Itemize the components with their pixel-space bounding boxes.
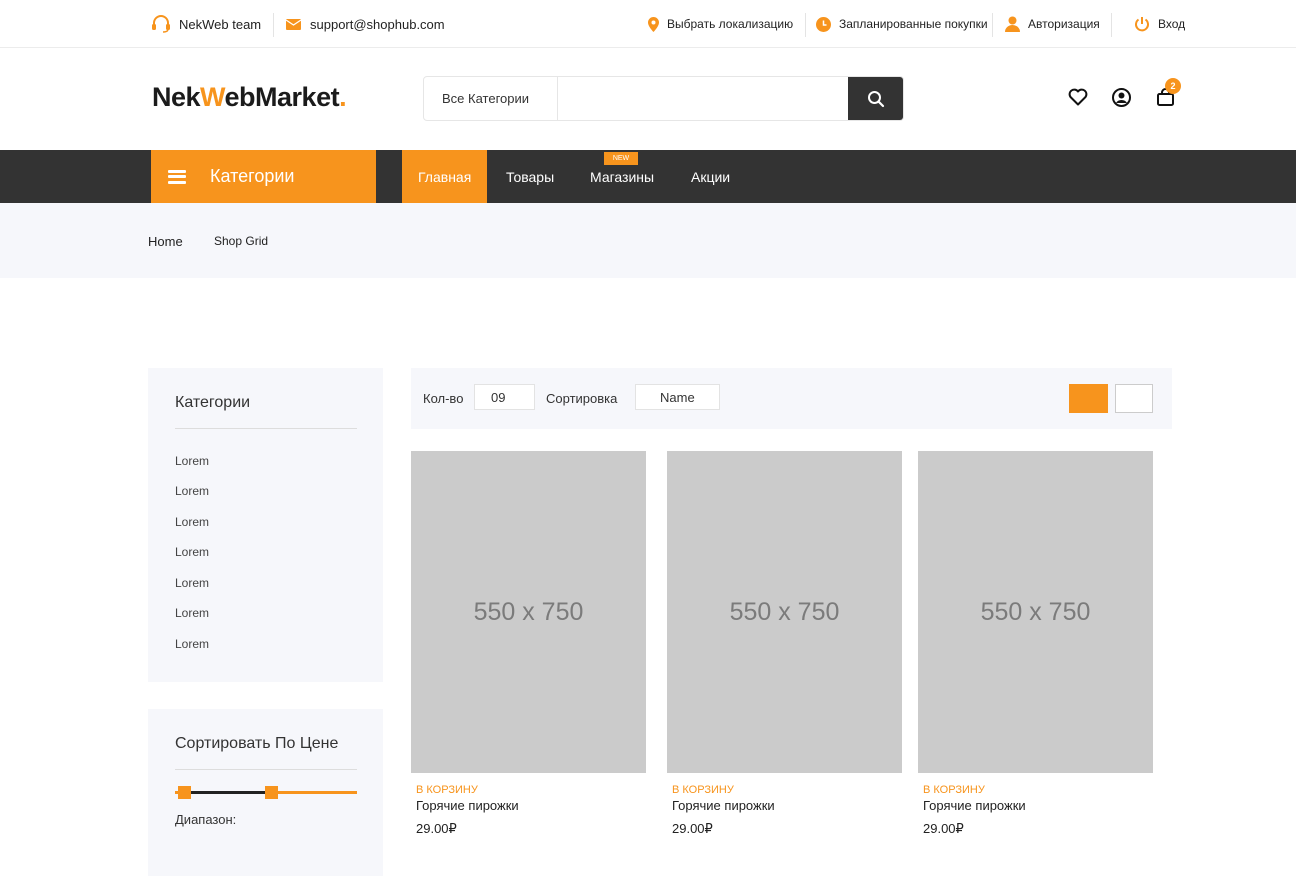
price-slider-max-handle[interactable] [265, 786, 278, 799]
clock-icon [816, 16, 831, 32]
categories-menu-button[interactable]: Категории [151, 150, 376, 203]
sort-select[interactable]: Name [635, 384, 720, 410]
envelope-icon [285, 18, 302, 30]
category-link[interactable]: Lorem [175, 606, 209, 620]
nav-item-home[interactable]: Главная [402, 150, 488, 203]
team-label: NekWeb team [179, 16, 262, 32]
grid-view-button[interactable] [1069, 384, 1108, 413]
shop-toolbar: Кол-во 09 Сортировка Name [411, 368, 1172, 429]
category-link[interactable]: Lorem [175, 637, 209, 651]
product-name[interactable]: Горячие пирожки [416, 798, 519, 813]
scheduled-purchases-link[interactable]: Запланированные покупки [816, 0, 988, 48]
divider [805, 13, 806, 37]
search-button[interactable] [848, 77, 903, 120]
wishlist-button[interactable] [1067, 86, 1089, 108]
email-label: support@shophub.com [310, 16, 445, 32]
product-card: 550 x 750 В КОРЗИНУ Горячие пирожки 29.0… [667, 451, 902, 851]
category-link[interactable]: Lorem [175, 515, 209, 529]
divider [175, 428, 357, 429]
product-name[interactable]: Горячие пирожки [923, 798, 1026, 813]
login-link[interactable]: Вход [1134, 0, 1185, 48]
product-price: 29.00₽ [416, 821, 457, 836]
logo-dot: . [339, 82, 347, 112]
product-card: 550 x 750 В КОРЗИНУ Горячие пирожки 29.0… [411, 451, 646, 851]
auth-label: Авторизация [1028, 17, 1100, 31]
product-card: 550 x 750 В КОРЗИНУ Горячие пирожки 29.0… [918, 451, 1153, 851]
divider [992, 13, 993, 37]
headset-icon [152, 15, 170, 33]
categories-widget-title: Категории [175, 394, 251, 411]
breadcrumb: Home Shop Grid [0, 203, 1296, 278]
add-to-cart-link[interactable]: В КОРЗИНУ [923, 784, 985, 796]
search-category-select[interactable]: Все Категории [424, 77, 558, 120]
product-image[interactable]: 550 x 750 [918, 451, 1153, 773]
breadcrumb-home[interactable]: Home [148, 234, 183, 249]
map-pin-icon [648, 16, 659, 32]
qty-select[interactable]: 09 [474, 384, 535, 410]
divider [175, 769, 357, 770]
categories-menu-label: Категории [210, 166, 295, 186]
location-label: Выбрать локализацию [667, 17, 794, 31]
price-range-label: Диапазон: [175, 812, 237, 827]
team-info: NekWeb team [151, 0, 261, 48]
email-info[interactable]: support@shophub.com [285, 0, 445, 48]
heart-icon [1068, 88, 1088, 106]
divider [1111, 13, 1112, 37]
category-link[interactable]: Lorem [175, 545, 209, 559]
login-label: Вход [1158, 17, 1186, 31]
sort-label: Сортировка [546, 391, 618, 406]
product-image[interactable]: 550 x 750 [411, 451, 646, 773]
add-to-cart-link[interactable]: В КОРЗИНУ [672, 784, 734, 796]
breadcrumb-current: Shop Grid [214, 234, 269, 248]
nav-item-promotions[interactable]: Акции [691, 150, 730, 203]
product-price: 29.00₽ [923, 821, 964, 836]
user-icon [1005, 16, 1020, 32]
price-slider-range [184, 791, 271, 794]
scheduled-label: Запланированные покупки [839, 17, 988, 31]
search-input[interactable] [559, 77, 849, 120]
divider [273, 13, 274, 37]
hamburger-icon [168, 169, 186, 184]
category-link[interactable]: Lorem [175, 484, 209, 498]
cart-count-badge: 2 [1165, 78, 1181, 94]
search-icon [867, 90, 884, 107]
category-link[interactable]: Lorem [175, 576, 209, 590]
price-filter-widget: Сортировать По Цене Диапазон: [148, 709, 383, 876]
product-name[interactable]: Горячие пирожки [672, 798, 775, 813]
auth-link[interactable]: Авторизация [1005, 0, 1100, 48]
location-link[interactable]: Выбрать локализацию [648, 0, 793, 48]
new-badge: NEW [604, 152, 638, 165]
add-to-cart-link[interactable]: В КОРЗИНУ [416, 784, 478, 796]
search-bar: Все Категории [423, 76, 904, 121]
product-price: 29.00₽ [672, 821, 713, 836]
nav-item-products[interactable]: Товары [506, 150, 554, 203]
site-logo[interactable]: NekWebMarket. [152, 82, 347, 113]
account-button[interactable] [1110, 86, 1132, 108]
user-circle-icon [1111, 87, 1131, 107]
product-image[interactable]: 550 x 750 [667, 451, 902, 773]
price-filter-title: Сортировать По Цене [175, 735, 339, 752]
logo-text-3: ebMarket [224, 82, 340, 112]
top-bar: NekWeb team support@shophub.com Выбрать … [0, 0, 1296, 48]
qty-label: Кол-во [423, 391, 464, 406]
price-slider-min-handle[interactable] [178, 786, 191, 799]
list-view-button[interactable] [1115, 384, 1153, 413]
category-link[interactable]: Lorem [175, 454, 209, 468]
logo-text-1: Nek [152, 82, 201, 112]
logo-text-2: W [200, 82, 225, 112]
power-icon [1135, 17, 1149, 32]
main-nav: Категории Главная Товары Магазины Акции [0, 150, 1296, 203]
categories-widget: Категории Lorem Lorem Lorem Lorem Lorem … [148, 368, 383, 682]
